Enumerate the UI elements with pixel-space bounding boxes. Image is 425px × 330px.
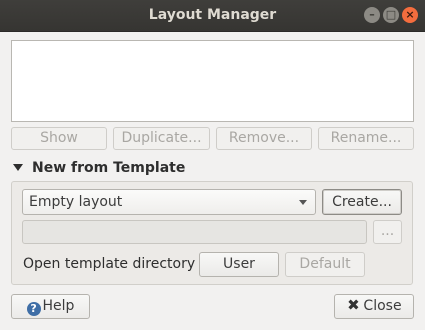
rename-button[interactable]: Rename...	[318, 127, 414, 150]
new-from-template-header[interactable]: New from Template	[13, 158, 185, 178]
dropdown-arrow-icon	[299, 200, 307, 205]
close-window-button[interactable]: ×	[402, 7, 418, 23]
close-button[interactable]: ✖ Close	[334, 294, 414, 319]
title-bar[interactable]: Layout Manager – □ ×	[0, 0, 425, 32]
create-button[interactable]: Create...	[322, 189, 402, 215]
show-button[interactable]: Show	[11, 127, 107, 150]
layout-list[interactable]	[11, 40, 414, 122]
default-button[interactable]: Default	[285, 252, 365, 277]
window-title: Layout Manager	[148, 7, 277, 23]
duplicate-button[interactable]: Duplicate...	[113, 127, 210, 150]
close-icon: ✖	[347, 296, 360, 314]
help-icon: ?	[26, 302, 41, 316]
collapse-arrow-icon[interactable]	[13, 164, 23, 171]
remove-button[interactable]: Remove...	[216, 127, 312, 150]
template-path-field[interactable]	[22, 220, 367, 244]
close-label: Close	[363, 298, 402, 314]
open-template-directory-label: Open template directory	[23, 256, 196, 272]
template-select[interactable]: Empty layout	[22, 189, 316, 215]
browse-button[interactable]: ...	[373, 220, 402, 244]
maximize-button[interactable]: □	[383, 7, 399, 23]
section-title: New from Template	[32, 160, 186, 176]
minimize-button[interactable]: –	[364, 7, 380, 23]
help-label: Help	[42, 298, 75, 314]
help-button[interactable]: ? Help	[11, 294, 90, 319]
template-select-value: Empty layout	[29, 194, 123, 210]
user-button[interactable]: User	[199, 252, 279, 277]
